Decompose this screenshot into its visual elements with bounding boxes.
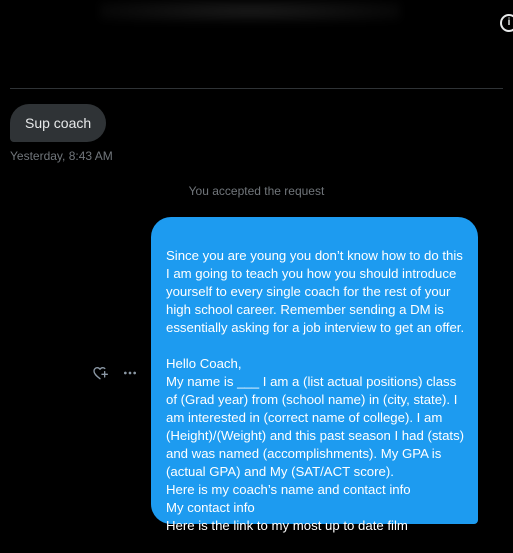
header-divider	[10, 88, 503, 89]
more-options-button[interactable]	[122, 365, 138, 381]
conversation-info-button[interactable]: i	[500, 12, 513, 32]
incoming-message-bubble[interactable]: Sup coach	[10, 104, 107, 142]
info-icon: i	[500, 14, 513, 32]
add-reaction-button[interactable]	[92, 365, 108, 381]
outgoing-message-bubble[interactable]: Since you are young you don’t know how t…	[151, 217, 478, 533]
message-actions	[92, 364, 138, 382]
incoming-message-text: Sup coach	[25, 115, 92, 131]
incoming-message-timestamp: Yesterday, 8:43 AM	[10, 149, 113, 163]
outgoing-message-text: Since you are young you don’t know how t…	[166, 248, 465, 533]
conversation-header-blurred	[100, 0, 400, 22]
request-accepted-notice: You accepted the request	[188, 184, 325, 198]
add-reaction-icon	[93, 367, 108, 380]
more-icon	[124, 371, 136, 375]
